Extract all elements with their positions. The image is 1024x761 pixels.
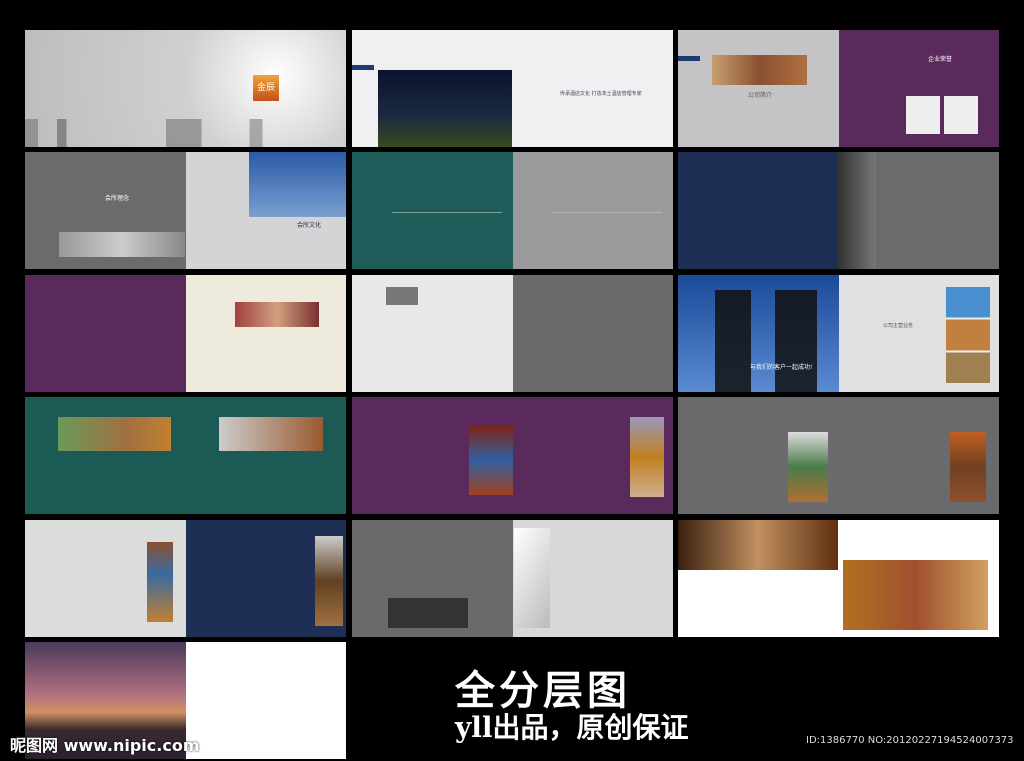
panel-purple-cream xyxy=(25,275,346,392)
paper-graphic xyxy=(514,528,550,628)
hotel-photos xyxy=(788,432,828,502)
photo-column xyxy=(147,542,173,622)
newspaper-logos xyxy=(906,96,978,134)
overpass-photo xyxy=(249,152,346,217)
handshake-photo xyxy=(703,290,823,392)
hotel-photos xyxy=(946,287,990,383)
hotel-photo xyxy=(219,417,323,451)
panel-intro: 传承酒店文化 打造本土酒店管理专家 xyxy=(352,30,673,147)
panel-purple xyxy=(352,397,673,514)
panel-light-gray xyxy=(352,275,673,392)
panel-cover: 金辰 xyxy=(25,30,346,147)
subtitle: yll出品，原创保证 xyxy=(455,711,689,744)
panel-teal xyxy=(25,397,346,514)
panel-navy-gray xyxy=(678,152,999,269)
group-photo xyxy=(388,598,468,628)
tab-marker xyxy=(678,56,700,61)
building-photos xyxy=(630,417,664,497)
night-city-photo xyxy=(378,70,512,147)
resort-photo xyxy=(58,417,171,451)
image-id: ID:1386770 NO:20120227194524007373 xyxy=(806,735,1014,746)
panel-white xyxy=(678,520,999,637)
success-tagline: 与我们的客户一起成功! xyxy=(750,364,813,371)
heading-main-business: 公司主营业务 xyxy=(883,323,914,329)
team-photo xyxy=(386,287,418,305)
panel-gray-light xyxy=(352,520,673,637)
panel-teal-gray xyxy=(352,152,673,269)
panel-success: 与我们的客户一起成功! 公司主营业务 xyxy=(678,275,999,392)
face-photo xyxy=(59,232,185,257)
panel-club: 会所理念 会所文化 xyxy=(25,152,346,269)
photo-column xyxy=(315,536,343,626)
heading-club-concept: 会所理念 xyxy=(105,195,130,202)
building-photos xyxy=(235,302,319,327)
logo: 金辰 xyxy=(253,75,279,101)
heading-company-intro: 公司简介 xyxy=(748,92,773,99)
panel-light-navy xyxy=(25,520,346,637)
heading-club-culture: 会所文化 xyxy=(297,222,322,229)
interior-photos xyxy=(950,432,986,502)
panel-gray xyxy=(678,397,999,514)
interior-photos xyxy=(843,560,988,630)
office-photo xyxy=(712,55,807,85)
night-hotel-photos xyxy=(469,425,513,495)
lobby-photo xyxy=(678,520,838,570)
panel-company: 公司简介 企业荣誉 xyxy=(678,30,999,147)
tab-marker xyxy=(352,65,374,70)
heading-honors: 企业荣誉 xyxy=(928,56,953,63)
slogan: 传承酒店文化 打造本土酒店管理专家 xyxy=(560,91,642,97)
watermark: 昵图网 www.nipic.com xyxy=(10,736,200,755)
businessman-photo xyxy=(838,152,876,269)
skyline-image xyxy=(25,119,346,147)
